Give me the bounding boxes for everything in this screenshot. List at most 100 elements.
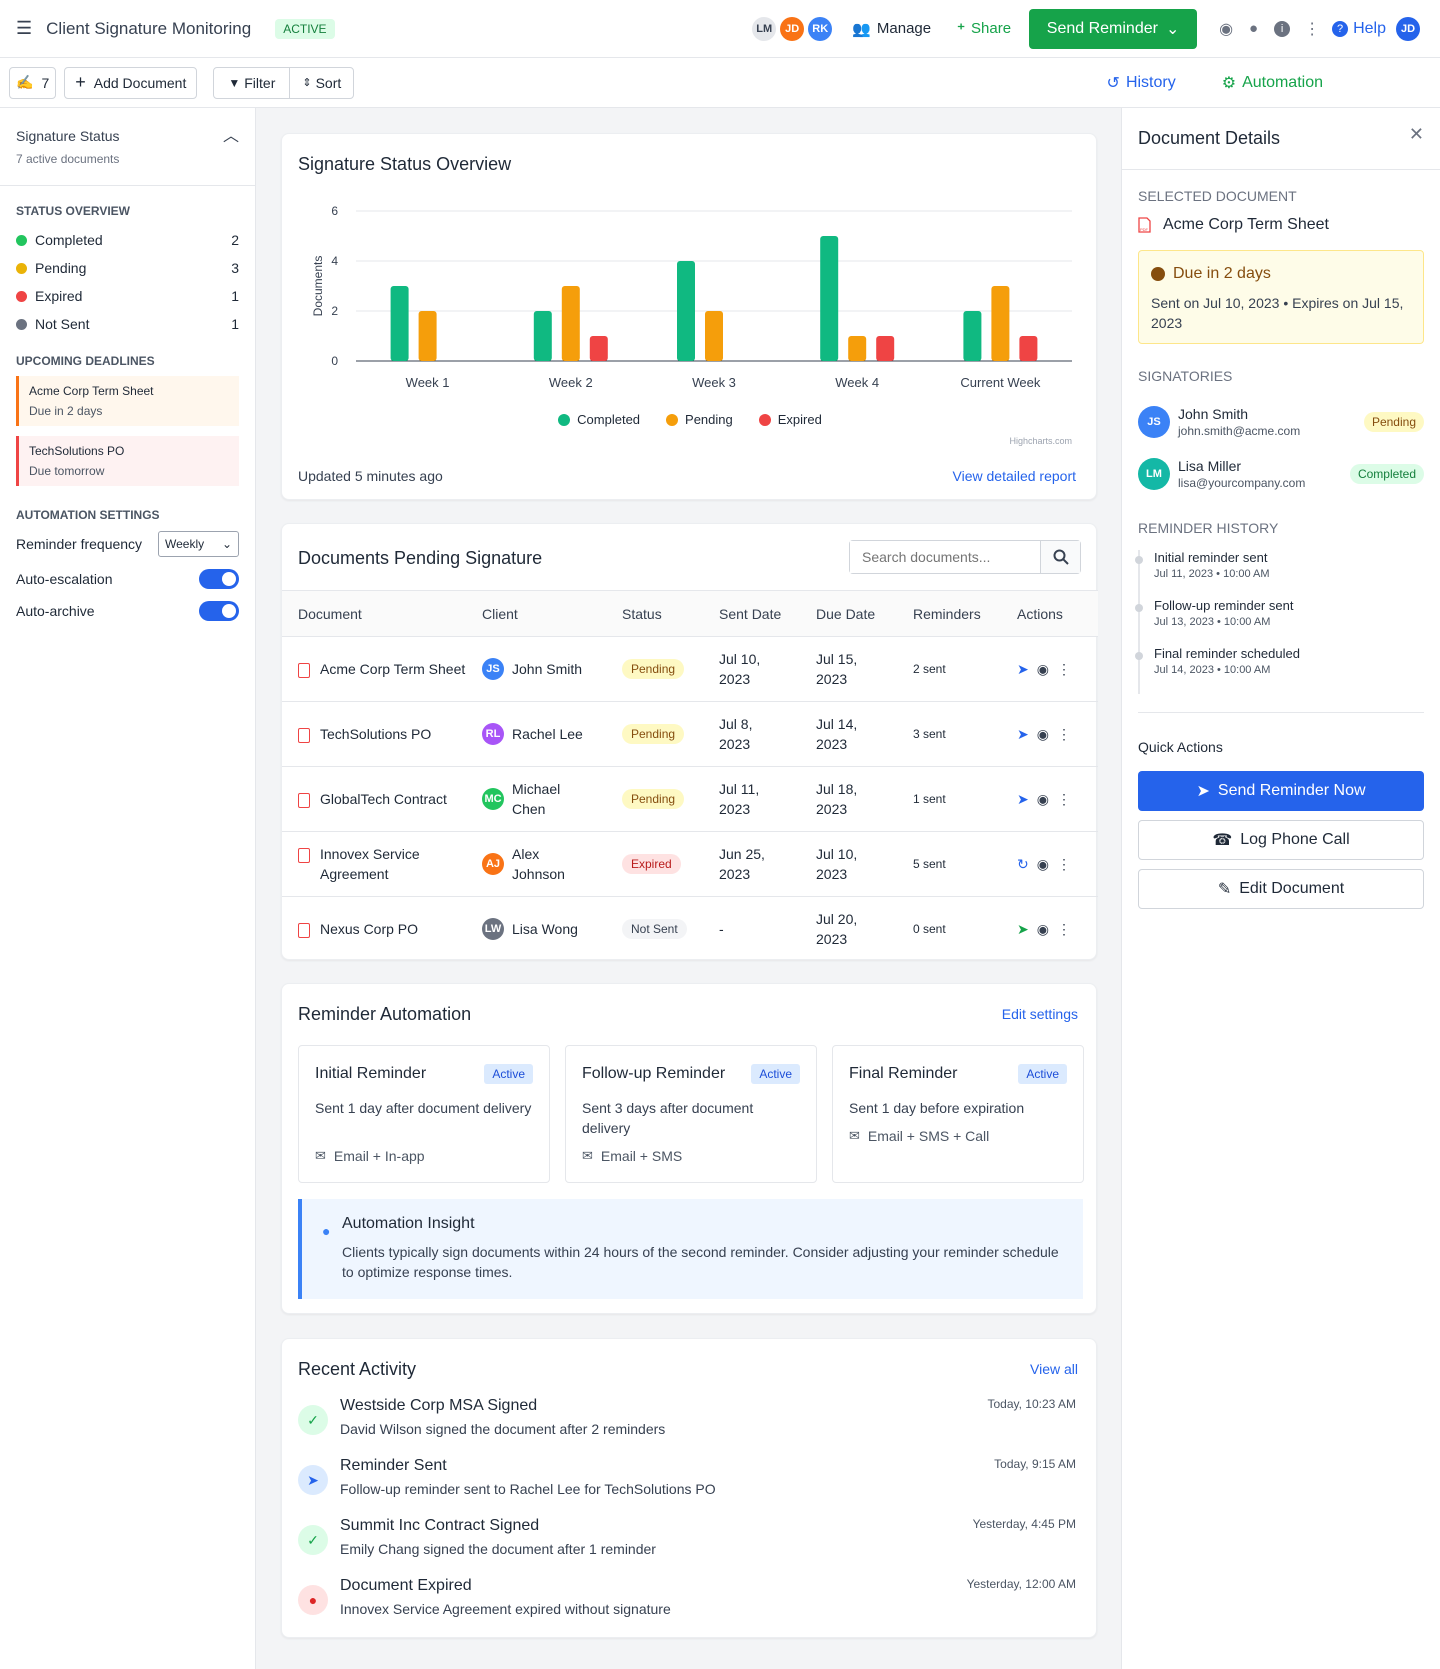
status-item[interactable]: Completed 2 — [16, 226, 239, 254]
column-header[interactable]: Sent Date — [719, 591, 816, 637]
send-icon[interactable]: ➤ — [1017, 726, 1029, 743]
document-name[interactable]: Nexus Corp PO — [320, 919, 470, 939]
send-reminder-now-button[interactable]: ➤ Send Reminder Now — [1138, 771, 1424, 811]
deadline-item[interactable]: TechSolutions PO Due tomorrow — [16, 436, 239, 486]
activity-item[interactable]: ✓ Summit Inc Contract Signed Emily Chang s… — [298, 1517, 1082, 1577]
chevron-up-icon[interactable]: ︿ — [223, 122, 239, 146]
bar-completed[interactable] — [963, 311, 982, 361]
eye-icon[interactable]: ◉ — [1037, 856, 1049, 873]
bar-expired[interactable] — [589, 336, 608, 361]
edit-document-button[interactable]: ✎ Edit Document — [1138, 869, 1424, 909]
column-header[interactable]: Reminders — [913, 591, 1017, 637]
more-icon[interactable]: ⋮ — [1057, 921, 1071, 938]
auto-escalation-toggle[interactable] — [199, 569, 239, 589]
column-header[interactable]: Actions — [1017, 591, 1098, 637]
manage-button[interactable]: 👥 Manage — [852, 20, 931, 38]
comment-icon[interactable]: ● — [1249, 20, 1258, 37]
user-avatar[interactable]: JD — [1396, 16, 1420, 41]
document-name[interactable]: Acme Corp Term Sheet — [320, 659, 470, 679]
menu-icon[interactable]: ☰ — [16, 18, 32, 39]
deadline-item[interactable]: Acme Corp Term Sheet Due in 2 days — [16, 376, 239, 426]
bar-pending[interactable] — [705, 311, 723, 361]
eye-icon[interactable]: ◉ — [1219, 19, 1233, 39]
status-item[interactable]: Pending 3 — [16, 254, 239, 282]
column-header[interactable]: Document — [282, 591, 482, 637]
eye-icon[interactable]: ◉ — [1037, 921, 1049, 938]
close-icon[interactable]: ✕ — [1409, 124, 1424, 145]
search-button[interactable] — [1040, 541, 1080, 573]
edit-settings-link[interactable]: Edit settings — [1002, 1006, 1078, 1022]
document-name[interactable]: GlobalTech Contract — [320, 789, 470, 809]
search-input[interactable] — [850, 541, 1040, 573]
filter-button[interactable]: ▼ Filter — [214, 67, 291, 98]
send-icon[interactable]: ➤ — [1017, 921, 1029, 938]
bar-pending[interactable] — [991, 286, 1010, 361]
signatory-item[interactable]: JS John Smith john.smith@acme.com Pending — [1138, 396, 1424, 448]
automation-rule-card[interactable]: Final Reminder Active Sent 1 day before ex… — [832, 1045, 1084, 1183]
help-button[interactable]: ? Help — [1332, 20, 1386, 38]
detailed-report-link[interactable]: View detailed report — [953, 468, 1076, 484]
automation-rule-card[interactable]: Follow-up Reminder Active Sent 3 days afte… — [565, 1045, 817, 1183]
eye-icon[interactable]: ◉ — [1037, 661, 1049, 678]
document-count-button[interactable]: ✍ 7 — [9, 66, 57, 99]
more-icon[interactable]: ⋮ — [1057, 791, 1071, 808]
avatar[interactable]: RK — [808, 16, 833, 41]
column-header[interactable]: Due Date — [816, 591, 913, 637]
more-icon[interactable]: ⋮ — [1304, 19, 1320, 39]
send-reminder-button[interactable]: Send Reminder ⌄ — [1029, 8, 1198, 49]
activity-title: Document Expired — [340, 1577, 472, 1594]
table-row[interactable]: GlobalTech Contract MC Michael Chen Pending… — [282, 766, 1098, 832]
y-axis-label: Documents — [311, 256, 325, 317]
table-row[interactable]: TechSolutions PO RL Rachel Lee Pending Jul 8… — [282, 701, 1098, 767]
activity-item[interactable]: ➤ Reminder Sent Follow-up reminder sent to… — [298, 1457, 1082, 1517]
bar-completed[interactable] — [533, 311, 552, 361]
auto-archive-toggle[interactable] — [199, 601, 239, 621]
document-name[interactable]: TechSolutions PO — [320, 724, 470, 744]
more-icon[interactable]: ⋮ — [1057, 856, 1071, 873]
history-button[interactable]: ↺ History — [1107, 73, 1176, 93]
column-header[interactable]: Client — [482, 591, 622, 637]
table-row[interactable]: Innovex Service Agreement AJ Alex Johnson E… — [282, 831, 1098, 897]
signatory-item[interactable]: LM Lisa Miller lisa@yourcompany.com Complet… — [1138, 448, 1424, 500]
bar-completed[interactable] — [677, 261, 695, 361]
legend-item[interactable]: Pending — [666, 412, 733, 427]
avatar[interactable]: JD — [780, 16, 805, 41]
activity-item[interactable]: ✓ Westside Corp MSA Signed David Wilson si… — [298, 1397, 1082, 1457]
log-phone-call-button[interactable]: ☎ Log Phone Call — [1138, 820, 1424, 860]
avatar[interactable]: LM — [752, 16, 777, 41]
bar-pending[interactable] — [848, 336, 867, 361]
send-icon[interactable]: ➤ — [1017, 791, 1029, 808]
app-title: Client Signature Monitoring — [46, 18, 252, 38]
bar-completed[interactable] — [820, 236, 839, 361]
bar-completed[interactable] — [390, 286, 409, 361]
document-name[interactable]: Innovex Service Agreement — [320, 844, 470, 884]
table-row[interactable]: Nexus Corp PO LW Lisa Wong Not Sent - Jul 20,… — [282, 896, 1098, 962]
bar-expired[interactable] — [876, 336, 895, 361]
refresh-icon[interactable]: ↻ — [1017, 856, 1029, 873]
automation-rule-card[interactable]: Initial Reminder Active Sent 1 day after d… — [298, 1045, 550, 1183]
legend-item[interactable]: Completed — [558, 412, 640, 427]
rule-channels: Email + SMS — [600, 1148, 683, 1164]
legend-item[interactable]: Expired — [758, 412, 822, 427]
bar-pending[interactable] — [561, 286, 580, 361]
share-button[interactable]: ⁺ Share — [957, 20, 1011, 38]
view-all-link[interactable]: View all — [1030, 1361, 1078, 1377]
add-document-button[interactable]: + Add Document — [64, 66, 198, 99]
eye-icon[interactable]: ◉ — [1037, 726, 1049, 743]
send-icon[interactable]: ➤ — [1017, 661, 1029, 678]
bar-expired[interactable] — [1019, 336, 1038, 361]
chart-credit[interactable]: Highcharts.com — [1009, 436, 1072, 446]
frequency-select[interactable]: Weekly ⌄ — [158, 531, 239, 557]
more-icon[interactable]: ⋮ — [1057, 661, 1071, 678]
bar-pending[interactable] — [418, 311, 437, 361]
status-item[interactable]: Expired 1 — [16, 282, 239, 310]
activity-item[interactable]: ● Document Expired Innovex Service Agreeme… — [298, 1577, 1082, 1637]
info-icon[interactable]: i — [1274, 20, 1291, 37]
column-header[interactable]: Status — [622, 591, 719, 637]
more-icon[interactable]: ⋮ — [1057, 726, 1071, 743]
automation-button[interactable]: ⚙ Automation — [1222, 73, 1323, 93]
status-item[interactable]: Not Sent 1 — [16, 310, 239, 338]
table-row[interactable]: Acme Corp Term Sheet JS John Smith Pending J… — [282, 636, 1098, 702]
sort-button[interactable]: ⇕ Sort — [290, 68, 353, 98]
eye-icon[interactable]: ◉ — [1037, 791, 1049, 808]
